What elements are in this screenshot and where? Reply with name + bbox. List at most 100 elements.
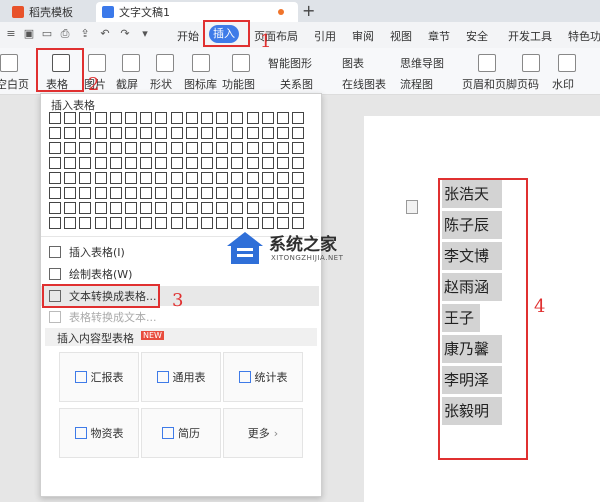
grid-cell[interactable] xyxy=(125,202,137,214)
grid-cell[interactable] xyxy=(185,157,198,169)
grid-cell[interactable] xyxy=(125,217,137,229)
grid-cell[interactable] xyxy=(201,142,213,154)
grid-cell[interactable] xyxy=(246,172,259,184)
flowchart-button[interactable]: 流程图 xyxy=(400,76,433,92)
card-report[interactable]: 汇报表 xyxy=(59,352,139,402)
grid-cell[interactable] xyxy=(231,112,244,124)
grid-cell[interactable] xyxy=(140,202,153,214)
shape-button[interactable]: 形状 xyxy=(150,76,172,92)
grid-cell[interactable] xyxy=(201,202,213,214)
grid-cell[interactable] xyxy=(140,127,153,139)
grid-cell[interactable] xyxy=(109,157,122,169)
menu-item-review[interactable]: 审阅 xyxy=(352,28,374,44)
grid-cell[interactable] xyxy=(49,127,61,139)
grid-cell[interactable] xyxy=(292,187,305,199)
grid-cell[interactable] xyxy=(292,202,305,214)
more-icon[interactable]: ▾ xyxy=(138,27,152,41)
mind-map-button[interactable]: 思维导图 xyxy=(400,55,444,71)
grid-cell[interactable] xyxy=(140,157,153,169)
grid-cell[interactable] xyxy=(277,127,289,139)
grid-cell[interactable] xyxy=(170,187,183,199)
grid-cell[interactable] xyxy=(261,142,274,154)
grid-cell[interactable] xyxy=(64,202,77,214)
grid-cell[interactable] xyxy=(292,157,305,169)
grid-cell[interactable] xyxy=(261,157,274,169)
grid-cell[interactable] xyxy=(94,202,107,214)
grid-cell[interactable] xyxy=(185,142,198,154)
blank-page-button[interactable]: 空白页 xyxy=(0,76,29,92)
grid-cell[interactable] xyxy=(140,172,153,184)
menu-item-developer[interactable]: 开发工具 xyxy=(508,28,552,44)
card-resume[interactable]: 简历 xyxy=(141,408,221,458)
grid-cell[interactable] xyxy=(155,127,168,139)
grid-cell[interactable] xyxy=(94,112,107,124)
chart-button[interactable]: 图表 xyxy=(342,55,364,71)
grid-cell[interactable] xyxy=(64,157,77,169)
online-chart-button[interactable]: 在线图表 xyxy=(342,76,386,92)
grid-cell[interactable] xyxy=(79,127,92,139)
grid-cell[interactable] xyxy=(277,187,289,199)
grid-cell[interactable] xyxy=(170,202,183,214)
export-icon[interactable]: ⇪ xyxy=(78,27,92,41)
grid-cell[interactable] xyxy=(201,112,213,124)
grid-cell[interactable] xyxy=(185,172,198,184)
grid-cell[interactable] xyxy=(155,202,168,214)
grid-cell[interactable] xyxy=(201,217,213,229)
grid-cell[interactable] xyxy=(94,142,107,154)
grid-cell[interactable] xyxy=(292,142,305,154)
grid-cell[interactable] xyxy=(277,142,289,154)
function-chart-button[interactable]: 功能图 xyxy=(222,76,255,92)
grid-cell[interactable] xyxy=(140,187,153,199)
grid-cell[interactable] xyxy=(216,112,229,124)
grid-cell[interactable] xyxy=(277,202,289,214)
grid-cell[interactable] xyxy=(140,217,153,229)
grid-cell[interactable] xyxy=(246,202,259,214)
grid-cell[interactable] xyxy=(79,112,92,124)
grid-cell[interactable] xyxy=(201,127,213,139)
grid-cell[interactable] xyxy=(94,127,107,139)
grid-cell[interactable] xyxy=(109,202,122,214)
grid-cell[interactable] xyxy=(64,127,77,139)
grid-cell[interactable] xyxy=(216,127,229,139)
print-icon[interactable]: ⎙ xyxy=(58,27,72,41)
card-materials[interactable]: 物资表 xyxy=(59,408,139,458)
grid-cell[interactable] xyxy=(109,172,122,184)
tab-docer-templates[interactable]: 稻壳模板 xyxy=(12,2,73,22)
grid-cell[interactable] xyxy=(216,157,229,169)
watermark-button[interactable]: 水印 xyxy=(552,76,574,92)
grid-cell[interactable] xyxy=(49,187,61,199)
grid-cell[interactable] xyxy=(79,157,92,169)
grid-cell[interactable] xyxy=(155,112,168,124)
grid-cell[interactable] xyxy=(155,142,168,154)
grid-cell[interactable] xyxy=(64,187,77,199)
grid-cell[interactable] xyxy=(109,217,122,229)
grid-cell[interactable] xyxy=(246,112,259,124)
card-more[interactable]: 更多 › xyxy=(223,408,303,458)
grid-cell[interactable] xyxy=(79,172,92,184)
menu-item-view[interactable]: 视图 xyxy=(390,28,412,44)
grid-cell[interactable] xyxy=(201,187,213,199)
grid-cell[interactable] xyxy=(125,187,137,199)
screenshot-button[interactable]: 截屏 xyxy=(116,76,138,92)
grid-cell[interactable] xyxy=(231,187,244,199)
card-general[interactable]: 通用表 xyxy=(141,352,221,402)
grid-cell[interactable] xyxy=(49,172,61,184)
grid-cell[interactable] xyxy=(185,187,198,199)
grid-cell[interactable] xyxy=(109,112,122,124)
grid-cell[interactable] xyxy=(109,127,122,139)
page-number-button[interactable]: 页码 xyxy=(517,76,539,92)
grid-cell[interactable] xyxy=(79,217,92,229)
grid-cell[interactable] xyxy=(246,142,259,154)
card-statistics[interactable]: 统计表 xyxy=(223,352,303,402)
grid-cell[interactable] xyxy=(64,112,77,124)
grid-cell[interactable] xyxy=(125,112,137,124)
menu-item-features[interactable]: 特色功能 xyxy=(568,28,600,44)
grid-cell[interactable] xyxy=(185,127,198,139)
grid-cell[interactable] xyxy=(185,112,198,124)
icon-library-button[interactable]: 图标库 xyxy=(184,76,217,92)
grid-cell[interactable] xyxy=(94,172,107,184)
grid-cell[interactable] xyxy=(170,172,183,184)
menu-item-security[interactable]: 安全 xyxy=(466,28,488,44)
grid-cell[interactable] xyxy=(261,112,274,124)
grid-cell[interactable] xyxy=(94,187,107,199)
